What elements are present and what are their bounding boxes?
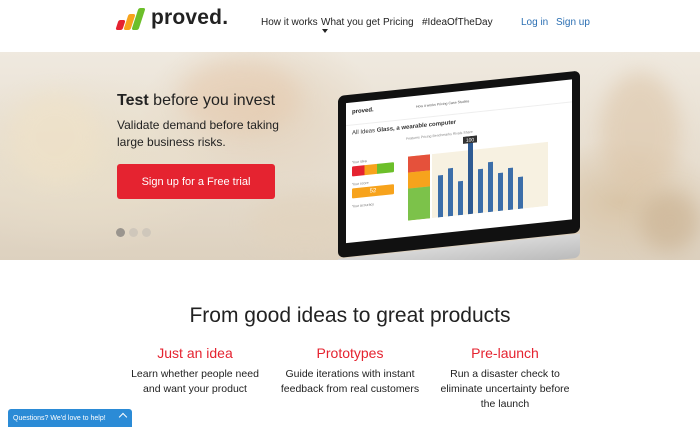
hero-banner: Test before you invest Validate demand b… xyxy=(0,52,700,260)
chat-widget[interactable]: Questions? We'd love to help! xyxy=(8,409,132,427)
feature-column: Pre-launch Run a disaster check to elimi… xyxy=(435,345,575,412)
svg-text:100: 100 xyxy=(466,137,475,144)
logo-text: proved. xyxy=(151,6,229,29)
imac-illustration: proved. How it works Pricing Case Studie… xyxy=(338,70,580,260)
carousel-dot[interactable] xyxy=(142,228,151,237)
free-trial-button[interactable]: Sign up for a Free trial xyxy=(117,164,275,199)
feature-text: Learn whether people need and want your … xyxy=(131,368,259,395)
signup-link[interactable]: Sign up xyxy=(556,17,590,28)
section-title: From good ideas to great products xyxy=(189,304,511,327)
imac-screen: proved. How it works Pricing Case Studie… xyxy=(346,79,572,244)
feature-title: Pre-launch xyxy=(471,345,539,361)
nav-what-you-get[interactable]: What you get xyxy=(321,17,380,28)
hero-subtitle: Validate demand before taking large busi… xyxy=(117,118,279,149)
screen-logo: proved. xyxy=(352,107,374,116)
hero-title: Test before you invest xyxy=(117,92,276,109)
screen-menu: How it works Pricing Case Studies xyxy=(416,99,470,109)
feature-text: Run a disaster check to eliminate uncert… xyxy=(440,368,570,410)
logo-bars-icon xyxy=(115,6,147,30)
chat-label: Questions? We'd love to help! xyxy=(13,414,106,422)
feature-column: Just an idea Learn whether people need a… xyxy=(125,345,265,397)
nav-idea-of-the-day[interactable]: #IdeaOfTheDay xyxy=(422,17,493,28)
login-link[interactable]: Log in xyxy=(521,17,548,28)
feature-title: Just an idea xyxy=(157,345,233,361)
logo[interactable]: proved. xyxy=(115,6,228,30)
carousel-dot[interactable] xyxy=(116,228,125,237)
carousel-dot[interactable] xyxy=(129,228,138,237)
screen-label: Your accuracy xyxy=(352,202,375,209)
feature-column: Prototypes Guide iterations with instant… xyxy=(280,345,420,397)
feature-title: Prototypes xyxy=(316,345,384,361)
carousel-dots xyxy=(116,228,151,237)
chevron-up-icon[interactable] xyxy=(118,412,128,422)
nav-how-it-works[interactable]: How it works xyxy=(261,17,318,28)
screen-score: 52 xyxy=(352,184,394,199)
feature-text: Guide iterations with instant feedback f… xyxy=(280,368,420,395)
nav-pricing[interactable]: Pricing xyxy=(383,17,414,28)
site-header: proved. How it works What you get Pricin… xyxy=(0,0,700,52)
chevron-down-icon xyxy=(322,29,328,33)
screen-bar-chart: 100 xyxy=(408,127,548,221)
